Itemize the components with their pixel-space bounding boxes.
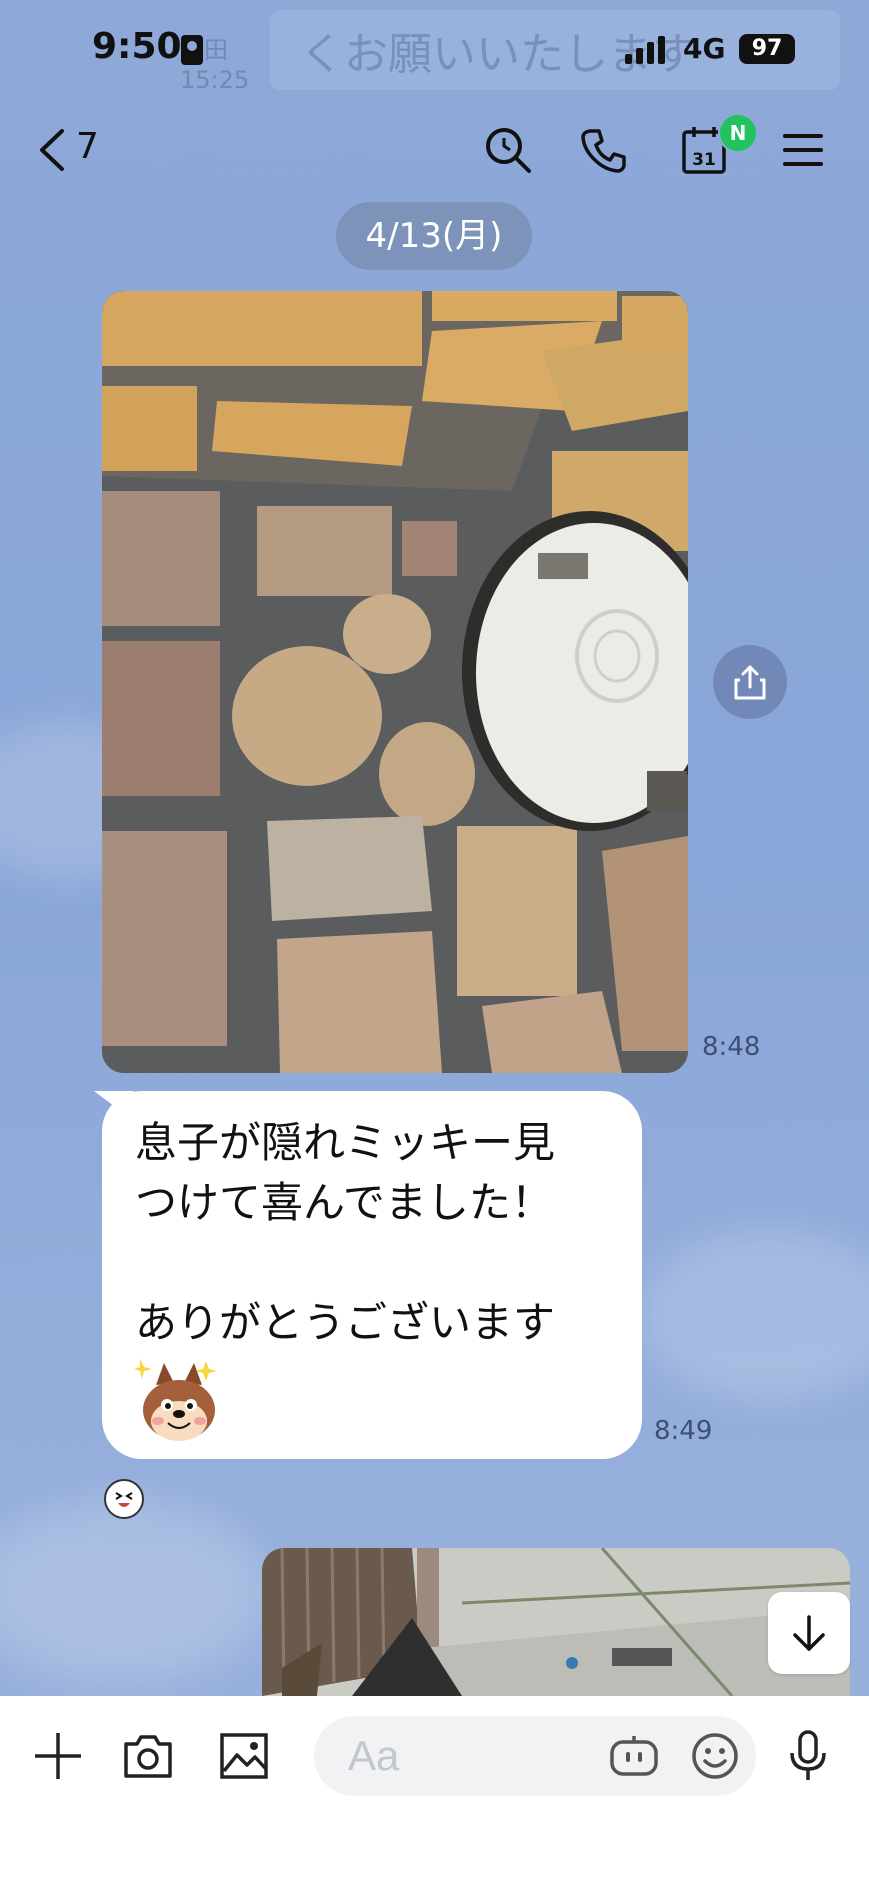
signal-icon — [625, 36, 665, 64]
background-cloud — [0, 1500, 270, 1680]
message-text: 息子が隠れミッキー見 つけて喜んでました！ ありがとうございます — [135, 1118, 556, 1347]
add-button[interactable] — [26, 1724, 90, 1788]
unread-count: 7 — [76, 126, 99, 167]
bot-button[interactable] — [602, 1724, 666, 1788]
menu-button[interactable] — [773, 120, 833, 180]
search-button[interactable] — [478, 120, 538, 180]
search-icon — [486, 128, 531, 173]
chevron-left-icon — [40, 129, 64, 171]
status-time: 9:50 — [92, 26, 182, 67]
contact-card-icon — [181, 35, 203, 65]
scroll-to-bottom-button[interactable] — [768, 1592, 850, 1674]
menu-icon — [783, 134, 823, 166]
emoji-icon — [692, 1733, 738, 1779]
call-button[interactable] — [574, 120, 634, 180]
battery-indicator: 97 — [739, 34, 795, 64]
emoji-button[interactable] — [683, 1724, 747, 1788]
image-icon — [220, 1733, 268, 1779]
share-button[interactable] — [713, 645, 787, 719]
image-message[interactable] — [102, 291, 688, 1073]
camera-button[interactable] — [116, 1724, 180, 1788]
image-message[interactable] — [262, 1548, 850, 1696]
microphone-icon — [790, 1730, 826, 1780]
status-bar: 太田 15:25 くお願いいたします 9:50 4G 97 — [0, 0, 869, 100]
date-separator: 4/13(月) — [336, 202, 532, 270]
photo-content — [262, 1548, 850, 1696]
back-button[interactable] — [22, 120, 82, 180]
bot-icon — [610, 1736, 658, 1776]
arrow-down-icon — [793, 1615, 825, 1651]
network-type: 4G — [683, 32, 726, 65]
message-time: 8:48 — [702, 1032, 761, 1062]
reaction-emoji-icon[interactable] — [104, 1479, 144, 1519]
image-button[interactable] — [212, 1724, 276, 1788]
phone-icon — [581, 129, 626, 173]
voice-button[interactable] — [776, 1724, 840, 1788]
background-cloud — [640, 1230, 869, 1400]
message-input-bar — [0, 1696, 869, 1882]
camera-icon — [124, 1735, 172, 1778]
message-time: 8:49 — [654, 1416, 713, 1446]
calendar-day: 31 — [692, 150, 716, 170]
photo-content — [102, 291, 688, 1073]
notification-time: 15:25 — [180, 66, 250, 94]
new-badge: N — [718, 113, 758, 153]
plus-icon — [35, 1733, 81, 1779]
share-icon — [734, 665, 766, 700]
chipmunk-sticker-icon — [134, 1355, 224, 1445]
